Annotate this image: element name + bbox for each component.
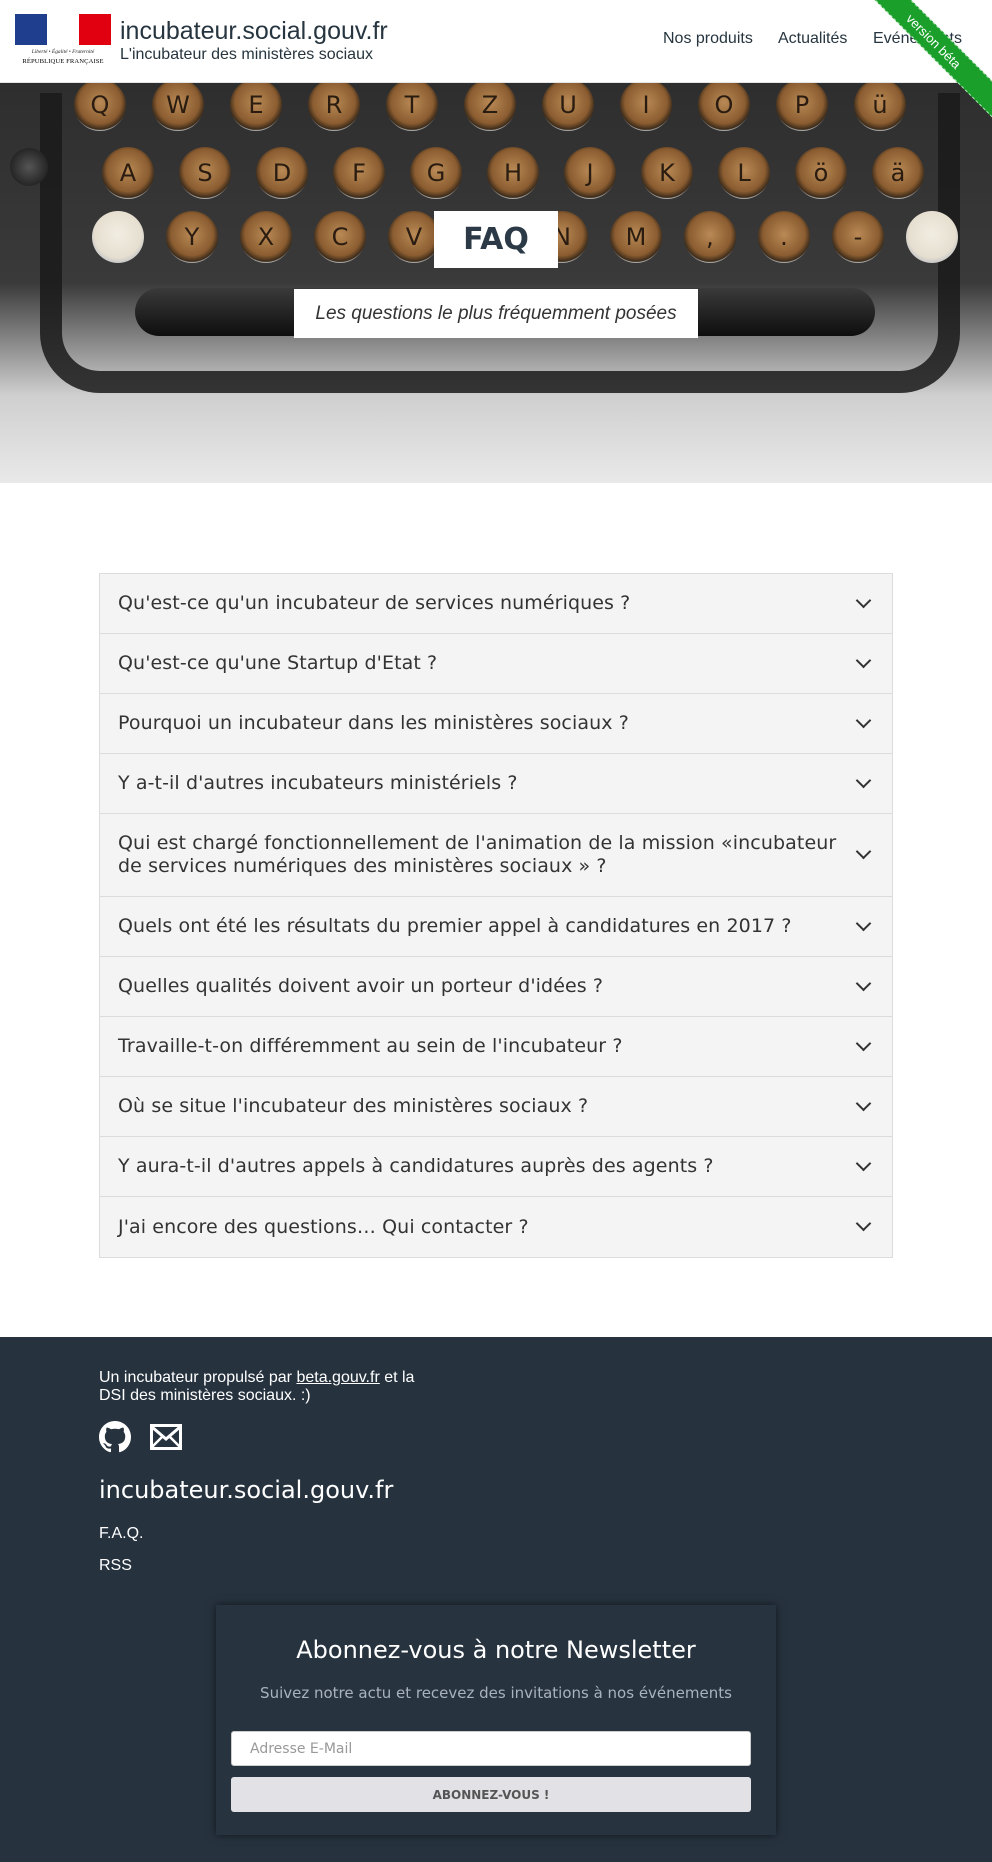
typewriter-key: K <box>641 147 693 199</box>
footer-link-faq[interactable]: F.A.Q. <box>99 1525 143 1543</box>
typewriter-key: C <box>314 211 366 263</box>
faq-item[interactable]: Travaille-t-on différemment au sein de l… <box>100 1017 892 1077</box>
newsletter-title: Abonnez-vous à notre Newsletter <box>296 1636 696 1664</box>
faq-item[interactable]: Quels ont été les résultats du premier a… <box>100 897 892 957</box>
key-row-2: ASDFGHJKLöä <box>0 143 992 203</box>
nav-item-actualites[interactable]: Actualités <box>778 30 847 48</box>
typewriter-key: A <box>102 147 154 199</box>
typewriter-key: P <box>776 83 828 131</box>
site-title[interactable]: incubateur.social.gouv.fr <box>120 17 388 46</box>
chevron-down-icon <box>856 653 870 667</box>
faq-question: Quelles qualités doivent avoir un porteu… <box>118 975 604 997</box>
chevron-down-icon <box>856 976 870 990</box>
typewriter-key: ä <box>872 147 924 199</box>
faq-item[interactable]: Qui est chargé fonctionnellement de l'an… <box>100 814 892 897</box>
marianne-logo[interactable]: Liberté • Égalité • Fraternité RÉPUBLIQU… <box>15 14 111 66</box>
github-icon[interactable] <box>99 1421 131 1453</box>
beta-ribbon: version béta <box>852 0 992 120</box>
chevron-down-icon <box>856 1156 870 1170</box>
faq-question: Travaille-t-on différemment au sein de l… <box>118 1035 623 1057</box>
typewriter-key: Q <box>74 83 126 131</box>
logo-devise: Liberté • Égalité • Fraternité <box>31 49 95 55</box>
typewriter-key: M <box>610 211 662 263</box>
typewriter-key: ö <box>795 147 847 199</box>
typewriter-key: O <box>698 83 750 131</box>
typewriter-key: G <box>410 147 462 199</box>
faq-question: Y a-t-il d'autres incubateurs ministérie… <box>118 772 518 794</box>
chevron-down-icon <box>856 773 870 787</box>
typewriter-key: U <box>542 83 594 131</box>
typewriter-key: V <box>388 211 440 263</box>
faq-question: Où se situe l'incubateur des ministères … <box>118 1095 589 1117</box>
subscribe-button[interactable]: ABONNEZ-VOUS ! <box>231 1777 751 1812</box>
typewriter-key: L <box>718 147 770 199</box>
beta-ribbon-label: version béta <box>854 0 992 120</box>
typewriter-key: H <box>487 147 539 199</box>
faq-question: Qu'est-ce qu'un incubateur de services n… <box>118 592 631 614</box>
typewriter-key: E <box>230 83 282 131</box>
footer-site-name[interactable]: incubateur.social.gouv.fr <box>99 1476 393 1504</box>
chevron-down-icon <box>856 1036 870 1050</box>
site-header: Liberté • Égalité • Fraternité RÉPUBLIQU… <box>0 0 992 83</box>
faq-question: Pourquoi un incubateur dans les ministèr… <box>118 712 629 734</box>
faq-question: Qu'est-ce qu'une Startup d'Etat ? <box>118 652 438 674</box>
faq-item[interactable]: Qu'est-ce qu'une Startup d'Etat ? <box>100 634 892 694</box>
mail-icon[interactable] <box>150 1424 182 1450</box>
page-title: FAQ <box>434 211 558 268</box>
typewriter-key: T <box>386 83 438 131</box>
logo-republique: RÉPUBLIQUE FRANÇAISE <box>22 58 104 65</box>
beta-gouv-link[interactable]: beta.gouv.fr <box>296 1369 379 1386</box>
nav-item-nos-produits[interactable]: Nos produits <box>663 30 753 48</box>
typewriter-key: , <box>684 211 736 263</box>
faq-question: Qui est chargé fonctionnellement de l'an… <box>118 832 837 877</box>
newsletter-box: Abonnez-vous à notre Newsletter Suivez n… <box>216 1605 776 1835</box>
chevron-down-icon <box>856 1096 870 1110</box>
typewriter-key: S <box>179 147 231 199</box>
typewriter-key <box>92 211 144 263</box>
typewriter-key: X <box>240 211 292 263</box>
typewriter-key: I <box>620 83 672 131</box>
faq-question: J'ai encore des questions… Qui contacter… <box>118 1215 529 1238</box>
typewriter-key: R <box>308 83 360 131</box>
faq-item[interactable]: J'ai encore des questions… Qui contacter… <box>100 1197 892 1257</box>
page-subtitle: Les questions le plus fréquemment posées <box>294 289 698 338</box>
newsletter-subtitle: Suivez notre actu et recevez des invitat… <box>260 1684 732 1702</box>
hero-banner: QWERTZUIOPü ASDFGHJKLöä YXCVBNM,.- FAQ L… <box>0 83 992 483</box>
typewriter-key: - <box>832 211 884 263</box>
email-field[interactable] <box>231 1731 751 1766</box>
typewriter-key: . <box>758 211 810 263</box>
faq-question: Quels ont été les résultats du premier a… <box>118 915 792 937</box>
footer-credits: Un incubateur propulsé par beta.gouv.fr … <box>99 1369 419 1405</box>
typewriter-key: J <box>564 147 616 199</box>
typewriter-key: Z <box>464 83 516 131</box>
faq-item[interactable]: Pourquoi un incubateur dans les ministèr… <box>100 694 892 754</box>
faq-item[interactable]: Y aura-t-il d'autres appels à candidatur… <box>100 1137 892 1197</box>
chevron-down-icon <box>856 593 870 607</box>
site-subtitle: L'incubateur des ministères sociaux <box>120 46 373 63</box>
chevron-down-icon <box>856 916 870 930</box>
faq-item[interactable]: Qu'est-ce qu'un incubateur de services n… <box>100 574 892 634</box>
faq-question: Y aura-t-il d'autres appels à candidatur… <box>118 1155 714 1177</box>
typewriter-key: W <box>152 83 204 131</box>
typewriter-key: D <box>256 147 308 199</box>
french-flag-icon <box>15 14 111 45</box>
chevron-down-icon <box>856 1216 870 1230</box>
footer-credits-prefix: Un incubateur propulsé par <box>99 1369 297 1386</box>
chevron-down-icon <box>856 844 870 858</box>
faq-item[interactable]: Où se situe l'incubateur des ministères … <box>100 1077 892 1137</box>
faq-item[interactable]: Y a-t-il d'autres incubateurs ministérie… <box>100 754 892 814</box>
chevron-down-icon <box>856 713 870 727</box>
site-footer: Un incubateur propulsé par beta.gouv.fr … <box>0 1337 992 1862</box>
faq-item[interactable]: Quelles qualités doivent avoir un porteu… <box>100 957 892 1017</box>
typewriter-key <box>906 211 958 263</box>
footer-link-rss[interactable]: RSS <box>99 1557 132 1575</box>
typewriter-key: F <box>333 147 385 199</box>
faq-accordion: Qu'est-ce qu'un incubateur de services n… <box>99 573 893 1258</box>
typewriter-key: Y <box>166 211 218 263</box>
key-row-1: QWERTZUIOPü <box>0 83 992 135</box>
